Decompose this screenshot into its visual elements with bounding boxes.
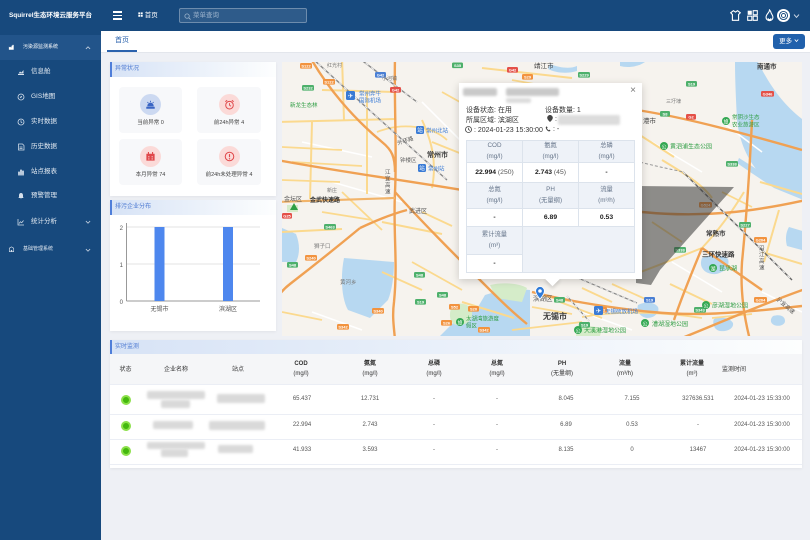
svg-text:无锡市: 无锡市 (542, 311, 567, 321)
svg-text:S48: S48 (416, 272, 424, 277)
svg-text:港市: 港市 (643, 116, 657, 125)
svg-text:旅: 旅 (723, 119, 728, 126)
svg-text:漕湖湿地公园: 漕湖湿地公园 (652, 320, 688, 328)
svg-text:公: 公 (642, 322, 647, 328)
svg-text:S19: S19 (581, 322, 589, 327)
svg-text:金武快速路: 金武快速路 (309, 196, 341, 204)
svg-text:太湖湾旅游度: 太湖湾旅游度 (466, 315, 500, 323)
svg-text:G204: G204 (756, 297, 767, 302)
svg-text:江宜高速: 江宜高速 (385, 169, 391, 196)
svg-text:武进区: 武进区 (409, 207, 427, 215)
svg-text:0: 0 (120, 300, 124, 306)
svg-text:公: 公 (575, 329, 580, 335)
svg-text:S240: S240 (306, 255, 316, 260)
svg-text:农业旅游区: 农业旅游区 (732, 121, 760, 129)
svg-text:S232: S232 (303, 85, 313, 90)
svg-text:黄河乡: 黄河乡 (340, 278, 357, 286)
svg-text:沪宜高速: 沪宜高速 (775, 295, 797, 316)
svg-text:S48: S48 (556, 297, 564, 302)
svg-text:靖江市: 靖江市 (534, 62, 554, 70)
svg-text:S227: S227 (740, 222, 750, 227)
svg-text:常阴沙生态: 常阴沙生态 (732, 113, 760, 121)
svg-text:假区: 假区 (466, 322, 478, 330)
svg-text:S35: S35 (454, 63, 462, 68)
svg-text:S229: S229 (579, 72, 589, 77)
svg-text:彦湖湿地公园: 彦湖湿地公园 (712, 302, 748, 310)
svg-text:无锡市: 无锡市 (150, 305, 168, 313)
svg-text:S122: S122 (301, 63, 311, 68)
svg-text:G346: G346 (763, 91, 774, 96)
svg-text:常州市: 常州市 (427, 150, 448, 159)
svg-text:S26: S26 (443, 320, 451, 325)
svg-text:G204: G204 (756, 237, 767, 242)
svg-text:站: 站 (417, 126, 423, 134)
svg-text:S52: S52 (451, 304, 459, 309)
svg-text:湖: 湖 (710, 266, 715, 273)
svg-text:2: 2 (120, 226, 124, 232)
svg-text:昆承湖: 昆承湖 (719, 265, 737, 273)
svg-text:常熟市: 常熟市 (706, 229, 726, 238)
svg-text:G2: G2 (688, 114, 694, 119)
svg-text:黄泗浦生态公园: 黄泗浦生态公园 (670, 143, 712, 151)
svg-text:钟楼区: 钟楼区 (400, 156, 417, 164)
svg-text:国际机场: 国际机场 (359, 97, 382, 105)
svg-text:S48: S48 (439, 292, 447, 297)
svg-text:✈: ✈ (596, 308, 602, 315)
svg-text:S340: S340 (373, 308, 383, 313)
svg-text:S48: S48 (289, 262, 297, 267)
svg-text:常州北站: 常州北站 (426, 127, 449, 135)
svg-text:S122: S122 (324, 79, 334, 84)
svg-text:S338: S338 (727, 161, 737, 166)
svg-text:滨湖区: 滨湖区 (219, 305, 237, 313)
svg-text:S8: S8 (663, 111, 669, 116)
svg-text:✈: ✈ (348, 93, 354, 100)
svg-text:小河镇: 小河镇 (382, 75, 397, 82)
svg-text:红光村: 红光村 (327, 62, 342, 69)
svg-text:新龙生态林: 新龙生态林 (290, 101, 318, 109)
svg-text:狮子口: 狮子口 (314, 242, 331, 250)
svg-text:公: 公 (703, 304, 708, 310)
svg-text:金坛区: 金坛区 (284, 195, 302, 203)
svg-text:S463: S463 (325, 224, 335, 229)
svg-text:沿江高速: 沿江高速 (759, 244, 765, 272)
svg-text:南通市: 南通市 (757, 62, 777, 71)
svg-text:S19: S19 (646, 297, 654, 302)
svg-text:S342: S342 (338, 324, 348, 329)
svg-text:G42: G42 (392, 87, 400, 92)
svg-text:S19: S19 (688, 81, 696, 86)
svg-text:无锡硕放机场: 无锡硕放机场 (605, 308, 639, 316)
svg-text:新庄: 新庄 (327, 187, 337, 194)
svg-text:S19: S19 (417, 299, 425, 304)
svg-text:大溪港湿地公园: 大溪港湿地公园 (584, 327, 626, 335)
svg-text:G42: G42 (509, 67, 517, 72)
svg-text:S342: S342 (479, 327, 489, 332)
svg-text:站: 站 (419, 164, 425, 172)
svg-text:常州站: 常州站 (428, 165, 445, 173)
svg-text:1: 1 (120, 263, 124, 269)
svg-text:G25: G25 (283, 213, 291, 218)
svg-text:公: 公 (661, 145, 666, 151)
svg-text:旅: 旅 (457, 320, 462, 327)
svg-text:S20: S20 (470, 306, 478, 311)
svg-text:常州奔牛: 常州奔牛 (359, 90, 382, 98)
svg-text:三圩埭: 三圩埭 (666, 98, 681, 105)
svg-text:S29: S29 (524, 74, 532, 79)
svg-text:三环快速路: 三环快速路 (702, 250, 735, 259)
